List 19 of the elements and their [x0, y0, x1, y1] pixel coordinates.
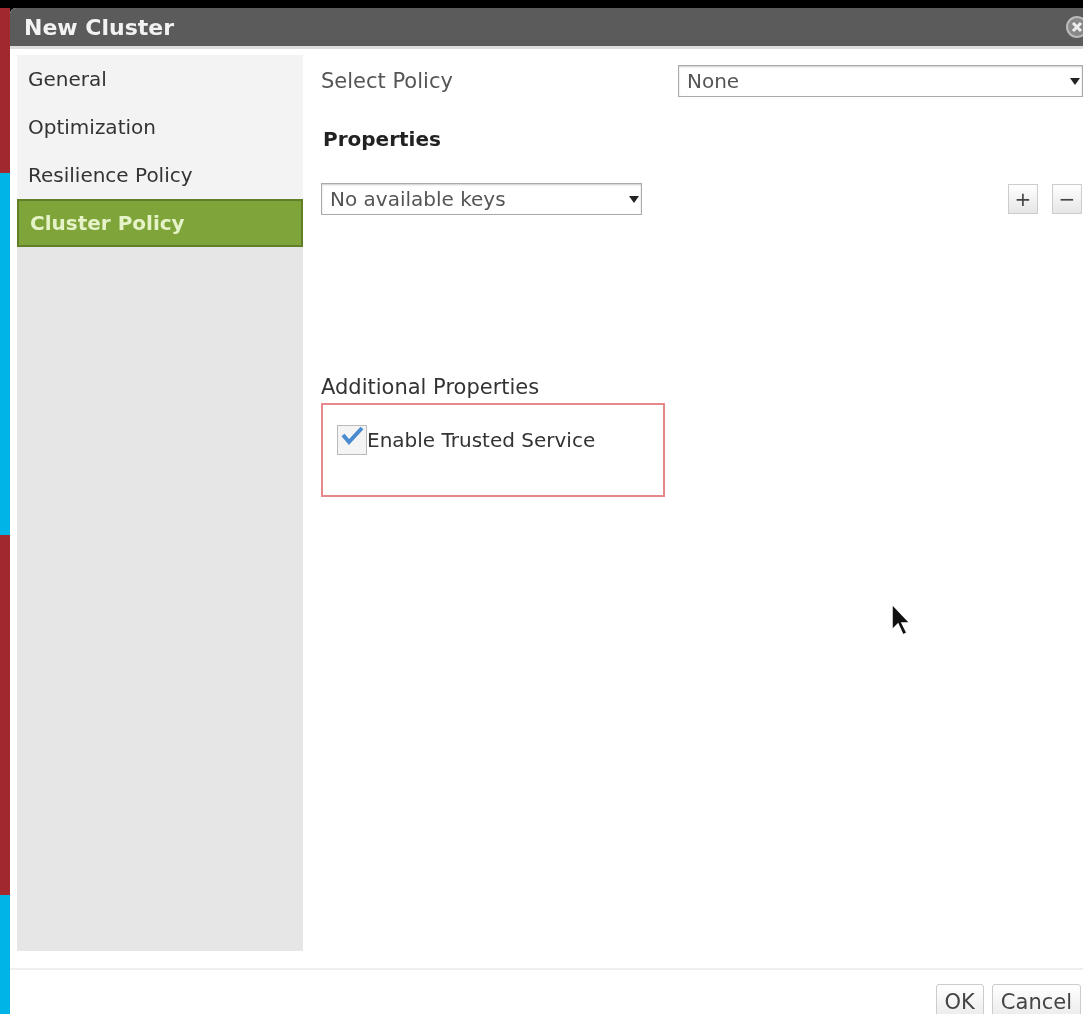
- ok-button[interactable]: OK: [935, 984, 984, 1014]
- remove-button[interactable]: −: [1052, 184, 1082, 214]
- close-icon[interactable]: [1065, 15, 1083, 39]
- sidebar-tab[interactable]: Resilience Policy: [17, 151, 303, 199]
- dropdown-arrow-icon: [629, 195, 639, 203]
- properties-heading: Properties: [323, 127, 442, 151]
- policy-dropdown[interactable]: None: [678, 65, 1083, 97]
- mouse-cursor-icon: [891, 603, 911, 637]
- checkbox[interactable]: [337, 425, 367, 455]
- sidebar-tab[interactable]: Optimization: [17, 103, 303, 151]
- checkbox-label: Enable Trusted Service: [367, 428, 596, 452]
- key-dropdown[interactable]: No available keys: [321, 183, 642, 215]
- sidebar-tab[interactable]: General: [17, 55, 303, 103]
- select-policy-label: Select Policy: [321, 69, 454, 93]
- cancel-button[interactable]: Cancel: [991, 984, 1081, 1014]
- dropdown-arrow-icon: [1070, 77, 1080, 85]
- additional-properties-heading: Additional Properties: [321, 375, 541, 399]
- add-button[interactable]: +: [1008, 184, 1038, 214]
- window-title: New Cluster: [24, 14, 175, 40]
